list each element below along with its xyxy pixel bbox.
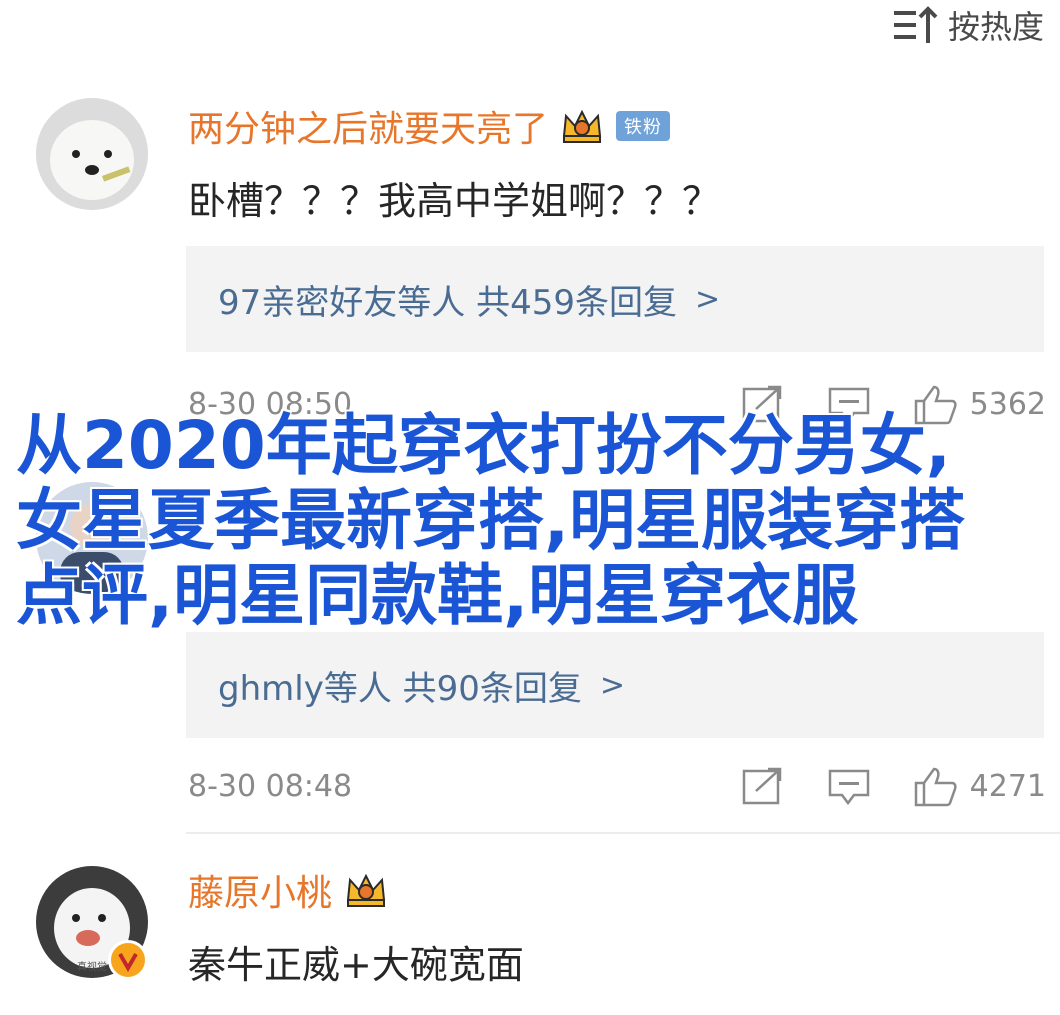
avatar[interactable] [36,98,148,210]
like-count: 4271 [969,768,1046,804]
comment-header: 两分钟之后就要天亮了 铁粉 [188,100,671,152]
thumbs-up-icon [914,767,957,807]
chevron-right-icon: > [599,667,626,703]
avatar-caption: 真视觉 [77,960,107,973]
comment-icon [828,769,869,806]
comment-header: 藤原小桃 [188,864,388,916]
reply-summary-text: ghmly等人 共90条回复 [218,668,582,709]
username[interactable]: 两分钟之后就要天亮了 [188,100,548,152]
verified-v-icon [118,953,138,972]
timestamp: 8-30 08:48 [188,768,353,804]
dog-avatar-image [36,98,148,210]
reply-summary-text: 97亲密好友等人 共459条回复 [218,282,677,323]
crown-icon [346,873,386,907]
comment-meta: 8-30 08:48 4271 [188,762,1046,810]
comment-content: 卧槽？？？我高中学姐啊？？？ [188,179,721,223]
sort-by-hot-button[interactable]: 按热度 [892,2,1044,48]
divider [186,832,1060,834]
sort-icon [893,6,938,43]
reply-summary-link[interactable]: 97亲密好友等人 共459条回复 > [186,246,1044,352]
share-button[interactable] [740,765,786,807]
username[interactable]: 藤原小桃 [188,864,332,916]
crown-icon [562,109,602,143]
comment-content: 秦牛正威+大碗宽面 [188,943,524,987]
fan-badge: 铁粉 [616,111,671,141]
reply-summary-link[interactable]: ghmly等人 共90条回复 > [186,632,1044,738]
chevron-right-icon: > [694,281,721,317]
like-button[interactable]: 4271 [912,765,1046,807]
verified-badge [108,940,148,980]
comment-page: 按热度 两分钟之后就要天亮了 铁粉 卧槽？？？我高中学姐啊？？？ 97亲密好友等… [0,0,1060,1015]
comment-button[interactable] [826,765,872,807]
sort-label: 按热度 [947,8,1044,46]
overlay-headline: 从2020年起穿衣打扮不分男女,女星夏季最新穿搭,明星服装穿搭点评,明星同款鞋,… [16,407,966,634]
share-icon [742,767,781,805]
